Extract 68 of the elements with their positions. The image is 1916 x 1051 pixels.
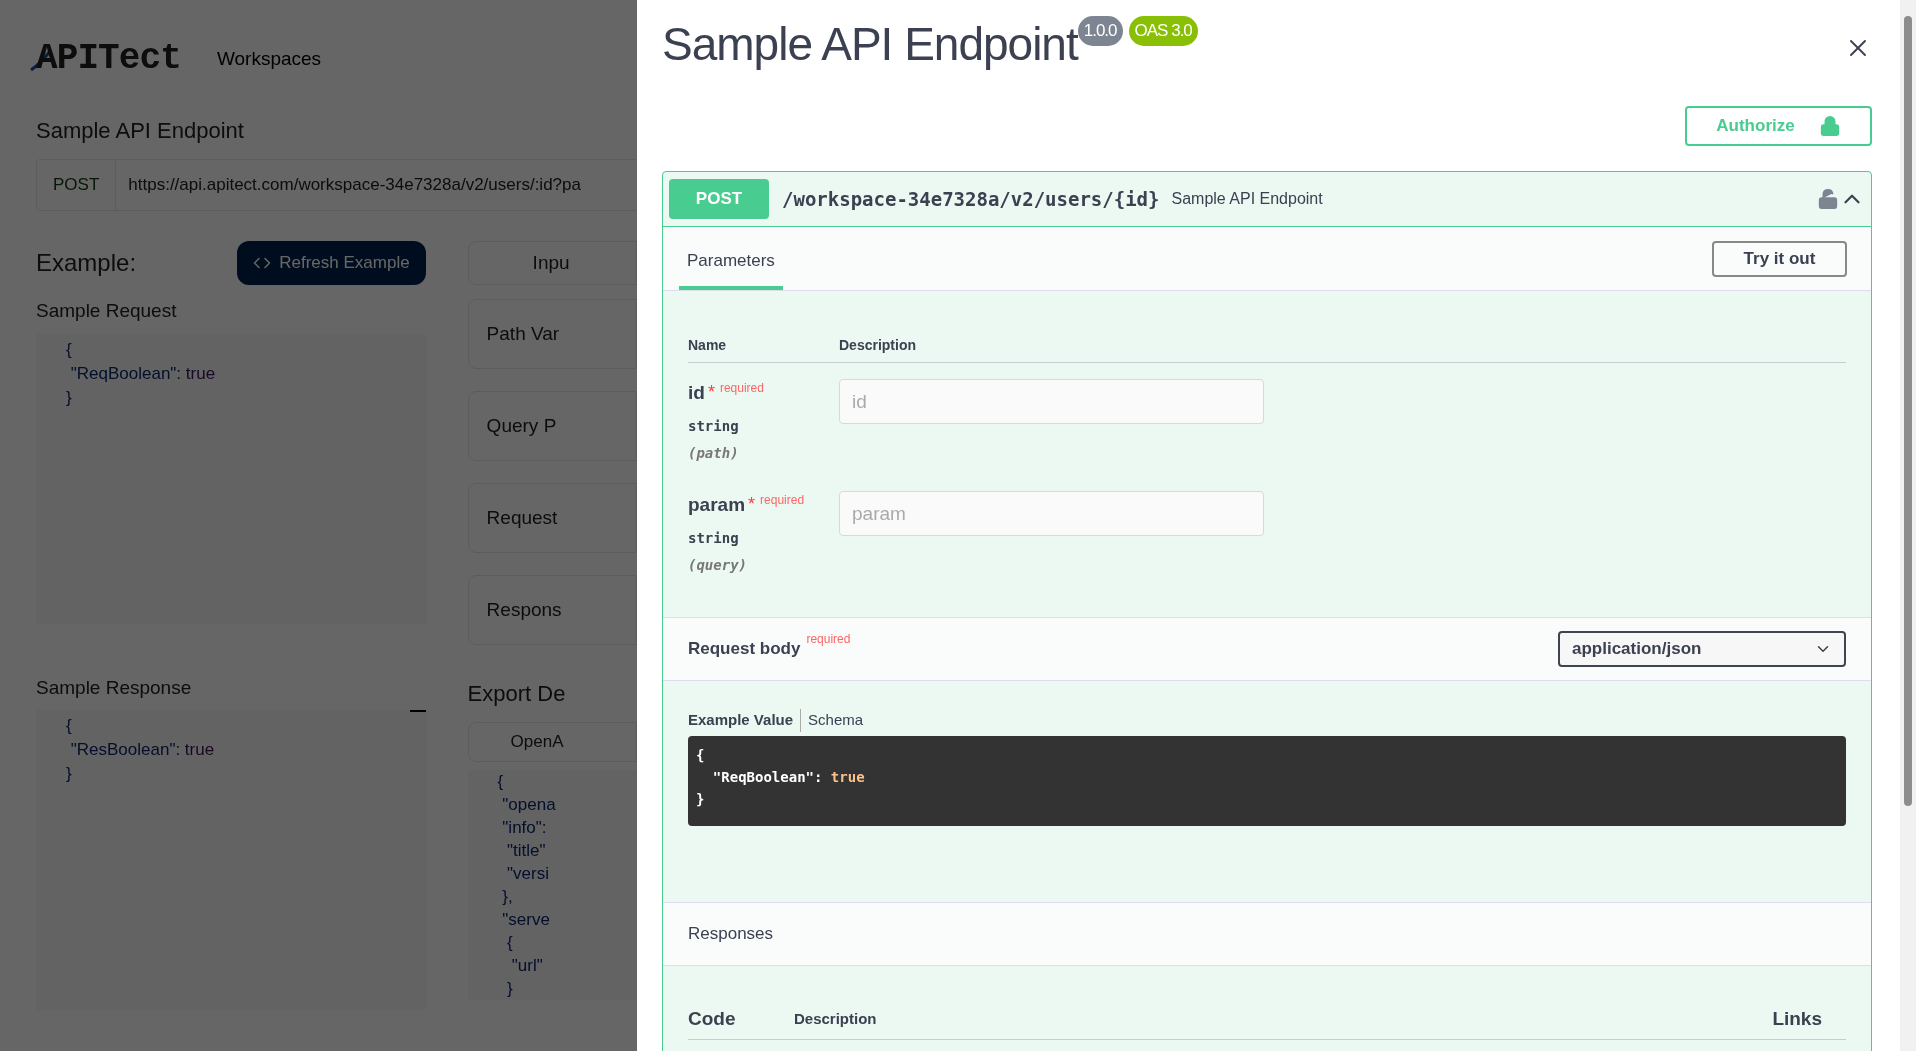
export-tab[interactable]: OpenA xyxy=(467,722,637,762)
code-line: "title" xyxy=(506,840,547,862)
code-line: "versi xyxy=(506,863,550,885)
parameters-tab[interactable]: Parameters xyxy=(679,227,783,290)
section-heading: Sample Request xyxy=(36,299,178,323)
required-mark: * xyxy=(748,493,756,516)
nav-link[interactable]: Workspaces xyxy=(216,44,322,74)
param-type: string xyxy=(688,416,740,436)
version-badge: 1.0.0 xyxy=(1077,16,1123,46)
code-line: } xyxy=(696,789,706,809)
method-label: POST xyxy=(52,174,101,197)
required-label: required xyxy=(760,492,805,509)
url-text: https://api.apitect.com/workspace-34e7328a/v2/users/:id?pa xyxy=(127,174,581,197)
code-line: { xyxy=(696,745,706,765)
scrollbar[interactable] xyxy=(1900,0,1916,1051)
code-line: "info": xyxy=(501,817,548,839)
page-title: Sample API Endpoint xyxy=(36,117,245,145)
param-input[interactable]: param xyxy=(839,491,1264,536)
code-line: { xyxy=(66,715,73,737)
authorize-button[interactable]: Authorize xyxy=(1685,106,1872,146)
example-tab[interactable]: Schema xyxy=(800,709,864,732)
responses-heading: Responses xyxy=(688,922,774,945)
code-line: "ReqBoolean": true xyxy=(69,362,217,385)
refresh-button[interactable]: Refresh Example xyxy=(237,241,426,285)
required-label: required xyxy=(806,631,851,649)
request-body-label: Request body xyxy=(688,638,801,661)
section-card[interactable]: Path Var xyxy=(467,299,637,369)
column-header: Description xyxy=(794,1008,878,1029)
code-line: { xyxy=(497,771,505,793)
column-header: Links xyxy=(1772,1006,1822,1031)
code-line: "url" xyxy=(510,955,544,977)
section-heading: Sample Response xyxy=(36,675,193,700)
column-header: Description xyxy=(839,336,916,355)
example-heading: Example: xyxy=(36,248,137,278)
param-name: param xyxy=(688,493,746,517)
code-line: "ReqBoolean": true xyxy=(711,767,866,787)
code-line: }, xyxy=(501,886,514,908)
column-header: Name xyxy=(688,336,728,355)
lock-icon xyxy=(1818,115,1841,137)
try-it-out-button[interactable]: Try it out xyxy=(1712,240,1847,277)
code-line: { xyxy=(506,932,514,954)
column-header: Code xyxy=(688,1006,737,1031)
param-name: id xyxy=(688,381,705,405)
section-card[interactable]: Respons xyxy=(467,575,637,645)
required-label: required xyxy=(719,380,764,397)
section-card[interactable]: Inpu xyxy=(467,241,637,285)
code-line: } xyxy=(506,978,514,1000)
code-line: "serve xyxy=(501,909,551,931)
param-type: string xyxy=(688,528,740,548)
panel-title: Sample API Endpoint xyxy=(662,17,1078,72)
code-line: } xyxy=(66,386,73,409)
section-card[interactable]: Request xyxy=(467,483,637,553)
summary-text: Sample API Endpoint xyxy=(1171,189,1323,209)
code-line: { xyxy=(66,338,73,361)
content-type-select[interactable]: application/json xyxy=(1558,631,1846,667)
code-line: } xyxy=(66,763,73,785)
version-badge: OAS 3.0 xyxy=(1128,16,1198,46)
section-card[interactable]: Query P xyxy=(467,391,637,461)
method-label: POST xyxy=(669,179,769,219)
example-tab[interactable]: Example Value xyxy=(688,709,794,732)
code-line: "opena xyxy=(501,794,557,816)
path-text: /workspace-34e7328a/v2/users/{id} xyxy=(782,186,1160,212)
export-heading: Export De xyxy=(467,680,567,708)
param-location: (path) xyxy=(688,443,740,463)
required-mark: * xyxy=(707,381,715,404)
code-line: "ResBoolean": true xyxy=(69,739,216,761)
param-input[interactable]: id xyxy=(839,379,1264,424)
param-location: (query) xyxy=(688,555,748,575)
